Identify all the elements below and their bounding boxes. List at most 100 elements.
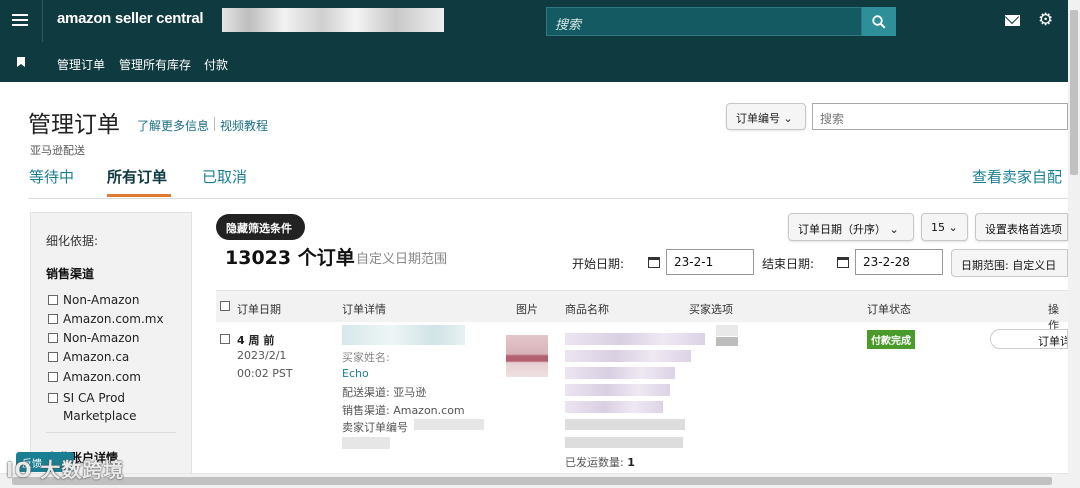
search-icon (872, 14, 886, 29)
table-preferences-button[interactable]: 设置表格首选项 (975, 213, 1068, 241)
product-asin-blurred (565, 419, 685, 430)
quantity-shipped-text: 已发运数量: (565, 456, 624, 469)
product-title-blurred[interactable] (565, 333, 705, 345)
start-date-input[interactable]: 23-2-1 (666, 249, 754, 275)
channel-checkbox-item[interactable]: Non-Amazon (48, 331, 140, 345)
bookmark-icon[interactable] (17, 57, 25, 67)
order-details-button[interactable]: 订单详 (990, 329, 1068, 349)
checkbox[interactable] (48, 295, 58, 305)
tab-cancelled[interactable]: 已取消 (202, 166, 247, 187)
subnav-manage-orders[interactable]: 管理订单 (57, 56, 105, 73)
fulfillment-label: 亚马逊配送 (30, 144, 85, 157)
channel-checkbox-item[interactable]: Amazon.ca (48, 350, 129, 364)
start-date-label: 开始日期: (572, 257, 625, 271)
checkbox[interactable] (48, 314, 58, 324)
buyer-name-link[interactable]: Echo (342, 367, 369, 380)
channel-label: Amazon.com (63, 370, 141, 384)
global-search-input[interactable]: 搜索 (546, 7, 862, 36)
channel-label: Non-Amazon (63, 293, 140, 307)
column-buyer-options: 买家选项 (689, 303, 733, 316)
column-order-date[interactable]: 订单日期 (237, 301, 281, 317)
column-product-name: 商品名称 (565, 303, 609, 316)
search-button[interactable] (862, 7, 896, 36)
sales-channel: 销售渠道: Amazon.com (342, 404, 465, 417)
end-date-label: 结束日期: (762, 257, 815, 271)
seller-order-id-label: 卖家订单编号 (342, 421, 408, 434)
checkbox[interactable] (48, 333, 58, 343)
watermark-text: 大数跨境 (40, 458, 125, 482)
checkbox[interactable] (48, 352, 58, 362)
chevron-down-icon: ⌄ (889, 223, 899, 236)
product-title-blurred (565, 384, 670, 396)
relative-order-date: 4 周 前 (237, 334, 275, 347)
brand-logo[interactable]: amazon seller central (57, 10, 204, 27)
calendar-icon[interactable] (643, 249, 665, 275)
channel-label: SI CA Prod Marketplace (63, 391, 137, 423)
quantity-shipped-label: 已发运数量: 1 (565, 454, 635, 470)
buyer-option-blurred (716, 337, 738, 346)
order-date: 2023/2/1 (237, 349, 287, 362)
scrollbar-thumb[interactable] (12, 477, 1052, 485)
channel-checkbox-item[interactable]: Amazon.com.mx (48, 312, 164, 326)
order-count: 13023 个订单 (225, 247, 355, 269)
gear-icon[interactable]: ⚙ (1038, 12, 1053, 29)
row-checkbox[interactable] (220, 334, 230, 344)
subnav-manage-inventory[interactable]: 管理所有库存 (119, 56, 191, 73)
seller-fulfilled-link[interactable]: 查看卖家自配 (972, 166, 1068, 187)
scrollbar-thumb[interactable] (1070, 10, 1078, 175)
date-range-select[interactable]: 日期范围: 自定义日 (951, 249, 1068, 277)
quantity-shipped-value: 1 (627, 456, 635, 469)
page-size-select[interactable]: 15 ⌄ (921, 213, 968, 241)
product-title-blurred (565, 350, 691, 362)
refine-by-label: 细化依据: (46, 234, 99, 248)
channel-checkbox-item[interactable]: Amazon.com (48, 370, 141, 384)
sort-select-label: 订单日期（升序） (798, 223, 886, 236)
channel-label: Amazon.ca (63, 350, 130, 364)
channel-label: Amazon.com.mx (63, 312, 164, 326)
channel-checkbox-item[interactable]: SI CA Prod Marketplace (46, 389, 166, 425)
account-selector-blurred[interactable] (222, 8, 444, 32)
vertical-scrollbar[interactable] (1068, 0, 1080, 488)
product-title-blurred (565, 367, 675, 379)
product-image[interactable] (506, 335, 548, 377)
buyer-name-label: 买家姓名: (342, 351, 390, 364)
hide-filters-button[interactable]: 隐藏筛选条件 (216, 214, 305, 240)
column-image: 图片 (516, 303, 538, 316)
chevron-down-icon: ⌄ (783, 112, 793, 125)
order-detail-blurred (342, 437, 390, 449)
channel-checkbox-item[interactable]: Non-Amazon (48, 293, 140, 307)
order-id-link-blurred[interactable] (342, 325, 465, 345)
channel-label: Non-Amazon (63, 331, 140, 345)
page-size-value: 15 (931, 221, 945, 234)
sub-navigation: 管理订单 管理所有库存 付款 (0, 42, 1068, 82)
sort-select[interactable]: 订单日期（升序） ⌄ (788, 213, 914, 241)
video-tutorial-link[interactable]: 视频教程 (220, 117, 268, 134)
end-date-input[interactable]: 23-2-28 (855, 249, 943, 275)
tab-pending[interactable]: 等待中 (29, 166, 74, 187)
mail-icon[interactable] (1005, 15, 1020, 26)
calendar-icon[interactable] (832, 249, 854, 275)
order-id-select[interactable]: 订单编号 ⌄ (726, 103, 806, 130)
hamburger-menu-icon[interactable] (12, 14, 28, 28)
sidebar-divider (46, 432, 176, 433)
subnav-payments[interactable]: 付款 (204, 56, 228, 73)
watermark: IO 大数跨境 (6, 458, 125, 482)
buyer-option-blurred (716, 325, 738, 336)
order-time: 00:02 PST (237, 367, 293, 380)
date-range-label: 自定义日期范围 (356, 252, 448, 267)
header-divider (42, 0, 43, 42)
select-all-checkbox[interactable] (220, 301, 230, 311)
product-title-blurred (565, 401, 663, 413)
column-order-details: 订单详情 (342, 303, 386, 316)
tabs-divider (28, 198, 1068, 199)
fulfillment-channel: 配送渠道: 亚马逊 (342, 386, 427, 399)
filter-sidebar: 细化依据: 销售渠道 Non-Amazon Amazon.com.mx Non-… (30, 212, 192, 488)
order-search-input[interactable]: 搜索 (812, 103, 1068, 130)
checkbox[interactable] (48, 393, 58, 403)
checkbox[interactable] (48, 372, 58, 382)
horizontal-scrollbar[interactable] (0, 473, 1068, 488)
order-id-select-label: 订单编号 (736, 112, 780, 125)
learn-more-link[interactable]: 了解更多信息 (137, 117, 209, 134)
column-order-status: 订单状态 (867, 303, 911, 316)
tab-all-orders[interactable]: 所有订单 (107, 166, 167, 187)
